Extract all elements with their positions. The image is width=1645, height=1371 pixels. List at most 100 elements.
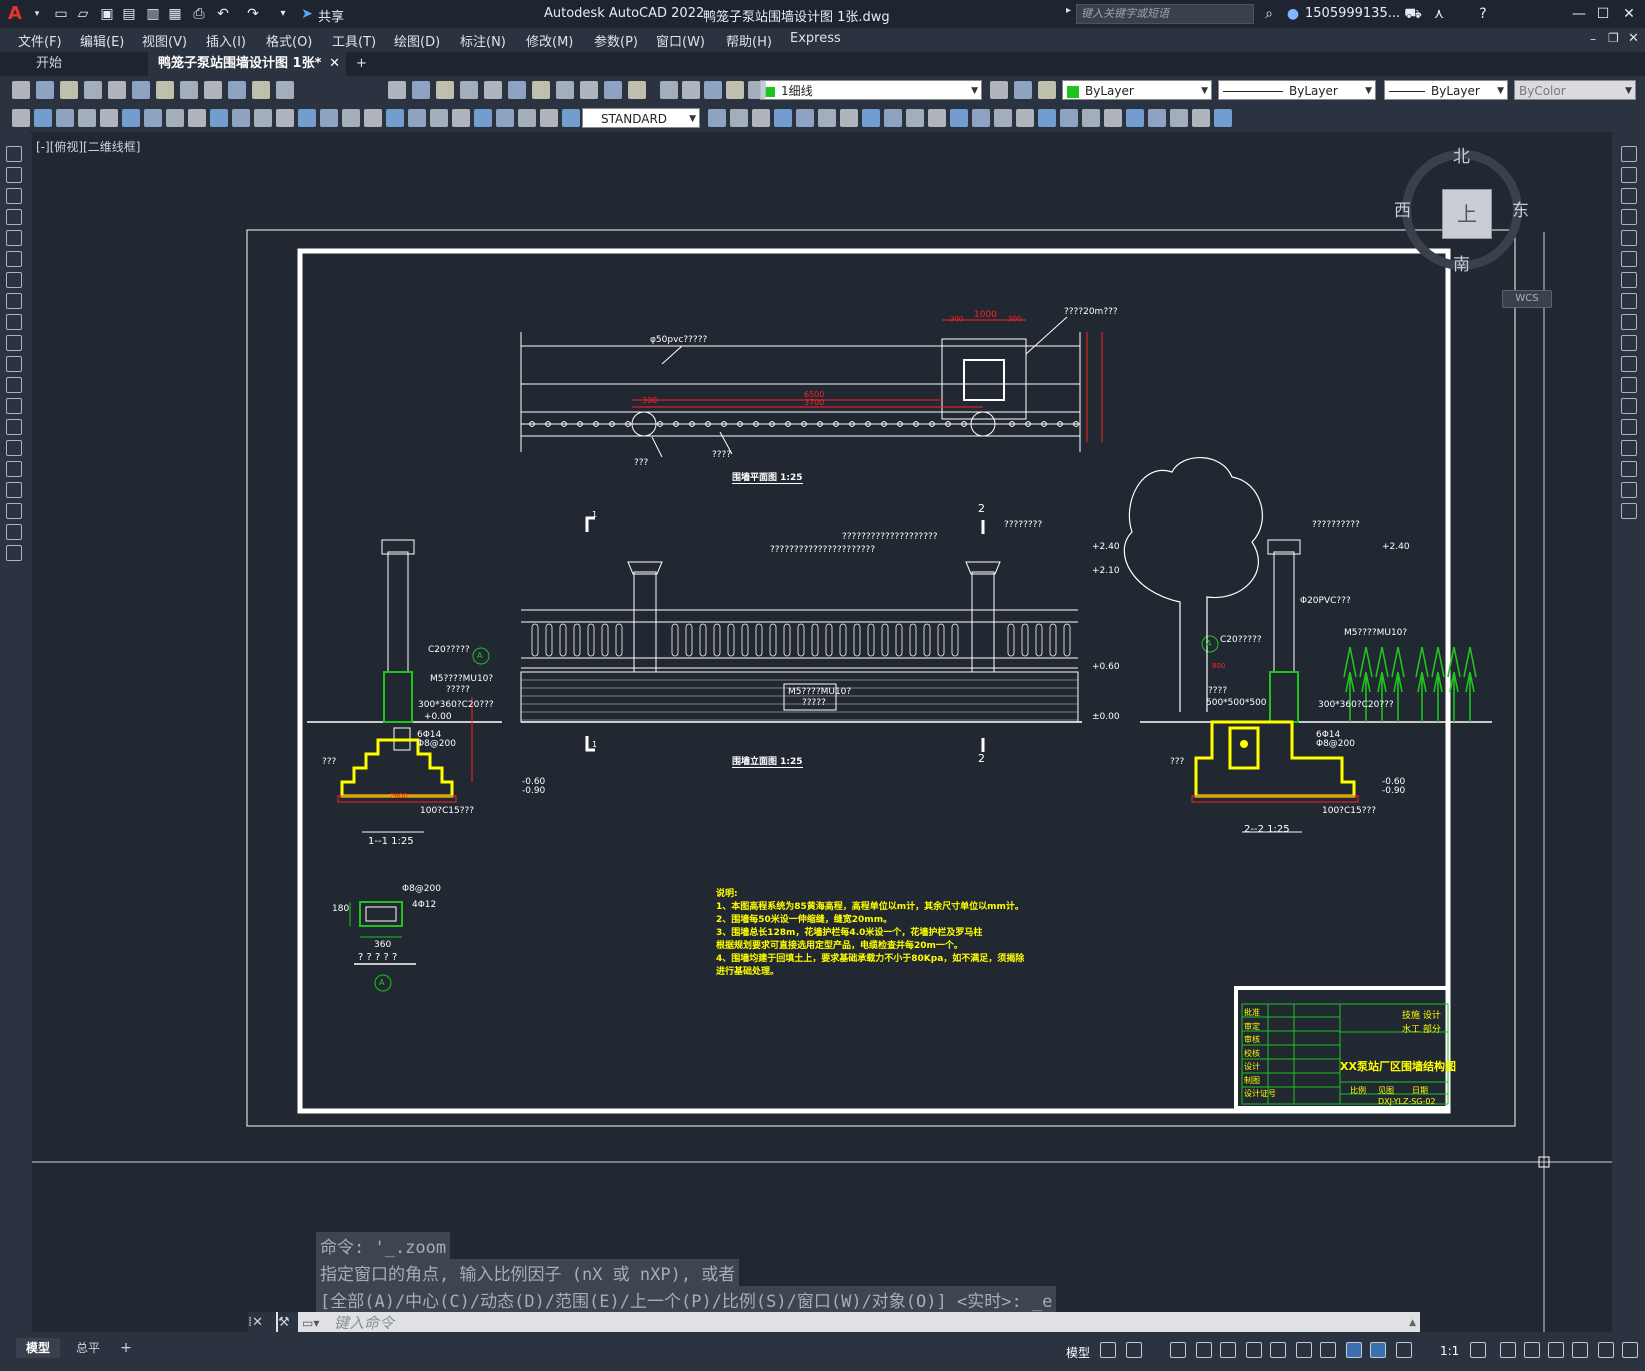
open-file-icon[interactable]: ▱ (74, 5, 92, 23)
toolbar-std-icon-7[interactable] (156, 81, 174, 99)
toolbar-std-icon-30[interactable] (1014, 81, 1032, 99)
toolbar-draw-icon-13[interactable] (276, 109, 294, 127)
status-toggle-icon-17[interactable] (1572, 1342, 1588, 1358)
status-toggle-icon-4[interactable] (1196, 1342, 1212, 1358)
toolbar-std-icon-1[interactable] (12, 81, 30, 99)
toolbar-std-icon-16[interactable] (460, 81, 478, 99)
share-label[interactable]: 共享 (318, 6, 344, 25)
modify-tool-icon-12[interactable] (1621, 377, 1637, 393)
toolbar-std-icon-31[interactable] (1038, 81, 1056, 99)
help-icon[interactable]: ? (1474, 5, 1492, 23)
doc-close-button[interactable]: ✕ (1628, 31, 1639, 46)
toolbar-std-icon-5[interactable] (108, 81, 126, 99)
toolbar-std-icon-22[interactable] (604, 81, 622, 99)
toolbar-draw-icon-45[interactable] (1104, 109, 1122, 127)
close-button[interactable]: ✕ (1620, 5, 1638, 23)
plotstyle-dropdown[interactable]: ByColor ▼ (1514, 80, 1636, 100)
toolbar-draw-icon-12[interactable] (254, 109, 272, 127)
toolbar-draw-icon-42[interactable] (1038, 109, 1056, 127)
status-toggle-icon-18[interactable] (1598, 1342, 1614, 1358)
toolbar-draw-icon-47[interactable] (1148, 109, 1166, 127)
toolbar-draw-icon-46[interactable] (1126, 109, 1144, 127)
status-toggle-icon-8[interactable] (1296, 1342, 1312, 1358)
customize-wrench-icon[interactable]: ⚒ (278, 1312, 298, 1332)
viewcube-top-face[interactable]: 上 (1442, 189, 1492, 239)
autocad-logo-icon[interactable]: A (6, 5, 24, 23)
annotation-scale[interactable]: 1:1 (1440, 1344, 1459, 1358)
toolbar-draw-icon-22[interactable] (474, 109, 492, 127)
layer-dropdown[interactable]: 1细线 ▼ (760, 80, 982, 100)
toolbar-draw-icon-16[interactable] (342, 109, 360, 127)
toolbar-draw-icon-15[interactable] (320, 109, 338, 127)
toolbar-draw-icon-1[interactable] (12, 109, 30, 127)
draw-tool-icon-19[interactable] (6, 524, 22, 540)
save-icon[interactable]: ▣ (98, 5, 116, 23)
toolbar-std-icon-29[interactable] (990, 81, 1008, 99)
modify-tool-icon-13[interactable] (1621, 398, 1637, 414)
toolbar-draw-icon-44[interactable] (1082, 109, 1100, 127)
toolbar-draw-icon-18[interactable] (386, 109, 404, 127)
toolbar-draw-icon-20[interactable] (430, 109, 448, 127)
toolbar-draw-icon-35[interactable] (884, 109, 902, 127)
toolbar-draw-icon-29[interactable] (752, 109, 770, 127)
modify-tool-icon-9[interactable] (1621, 314, 1637, 330)
toolbar-std-icon-23[interactable] (628, 81, 646, 99)
toolbar-std-icon-11[interactable] (252, 81, 270, 99)
toolbar-draw-icon-50[interactable] (1214, 109, 1232, 127)
toolbar-draw-icon-43[interactable] (1060, 109, 1078, 127)
status-toggle-icon-2[interactable] (1126, 1342, 1142, 1358)
toolbar-draw-icon-25[interactable] (540, 109, 558, 127)
status-toggle-icon-15[interactable] (1524, 1342, 1540, 1358)
layout-tab-zongping[interactable]: 总平 (66, 1338, 110, 1358)
menu-tools[interactable]: 工具(T) (332, 31, 376, 50)
status-toggle-icon-3[interactable] (1170, 1342, 1186, 1358)
menu-parametric[interactable]: 参数(P) (594, 31, 638, 50)
wcs-menu[interactable]: WCS (1502, 290, 1552, 308)
menu-express[interactable]: Express (790, 31, 841, 46)
modify-tool-icon-15[interactable] (1621, 440, 1637, 456)
textstyle-dropdown[interactable]: STANDARD ▼ (582, 108, 700, 128)
customize-quick-access-icon[interactable]: ▾ (274, 5, 292, 23)
user-icon[interactable]: ● (1284, 5, 1302, 23)
menu-edit[interactable]: 编辑(E) (80, 31, 124, 50)
menu-view[interactable]: 视图(V) (142, 31, 187, 50)
status-toggle-icon-13[interactable] (1470, 1342, 1486, 1358)
toolbar-draw-icon-39[interactable] (972, 109, 990, 127)
draw-tool-icon-2[interactable] (6, 167, 22, 183)
draw-tool-icon-3[interactable] (6, 188, 22, 204)
toolbar-draw-icon-40[interactable] (994, 109, 1012, 127)
toolbar-draw-icon-31[interactable] (796, 109, 814, 127)
draw-tool-icon-16[interactable] (6, 461, 22, 477)
draw-tool-icon-13[interactable] (6, 398, 22, 414)
toolbar-std-icon-6[interactable] (132, 81, 150, 99)
toolbar-std-icon-28[interactable] (748, 81, 766, 99)
draw-tool-icon-18[interactable] (6, 503, 22, 519)
share-icon[interactable]: ➤ (298, 5, 316, 23)
undo-icon[interactable]: ↶ (214, 5, 232, 23)
modify-tool-icon-17[interactable] (1621, 482, 1637, 498)
toolbar-draw-icon-36[interactable] (906, 109, 924, 127)
toolbar-std-icon-25[interactable] (682, 81, 700, 99)
modify-tool-icon-4[interactable] (1621, 209, 1637, 225)
toolbar-draw-icon-9[interactable] (188, 109, 206, 127)
search-expand-icon[interactable]: ▸ (1066, 5, 1071, 16)
modify-tool-icon-7[interactable] (1621, 272, 1637, 288)
menu-dimension[interactable]: 标注(N) (460, 31, 506, 50)
drawing-canvas[interactable]: [-][俯视][二维线框] φ50pvc????? ??? ???? ????2… (32, 132, 1612, 1332)
status-toggle-icon-12[interactable] (1396, 1342, 1412, 1358)
color-dropdown[interactable]: ByLayer ▼ (1062, 80, 1212, 100)
toolbar-std-icon-17[interactable] (484, 81, 502, 99)
redo-icon[interactable]: ↷ (244, 5, 262, 23)
modify-tool-icon-11[interactable] (1621, 356, 1637, 372)
toolbar-std-icon-2[interactable] (36, 81, 54, 99)
menu-modify[interactable]: 修改(M) (526, 31, 573, 50)
toolbar-draw-icon-26[interactable] (562, 109, 580, 127)
draw-tool-icon-4[interactable] (6, 209, 22, 225)
minimize-button[interactable]: — (1570, 5, 1588, 23)
toolbar-std-icon-24[interactable] (660, 81, 678, 99)
menu-insert[interactable]: 插入(I) (206, 31, 246, 50)
model-space-button[interactable]: 模型 (1066, 1344, 1090, 1361)
toolbar-std-icon-9[interactable] (204, 81, 222, 99)
viewcube-north[interactable]: 北 (1453, 142, 1470, 167)
search-input[interactable]: 键入关键字或短语 (1076, 4, 1254, 24)
